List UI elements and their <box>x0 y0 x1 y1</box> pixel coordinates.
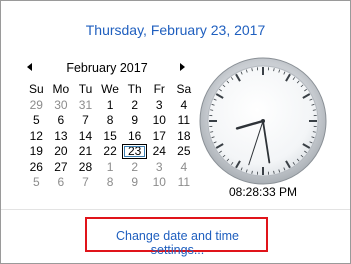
weekday-label: Tu <box>78 82 93 96</box>
digital-time: 08:28:33 PM <box>228 185 298 199</box>
calendar-day[interactable]: 5 <box>24 175 49 190</box>
calendar-day[interactable]: 18 <box>172 129 197 144</box>
calendar-day[interactable]: 9 <box>122 113 147 128</box>
next-month-icon[interactable] <box>180 63 185 71</box>
calendar-day[interactable]: 12 <box>24 129 49 144</box>
calendar-month-label[interactable]: February 2017 <box>23 61 191 75</box>
weekday-label: Sa <box>176 82 192 96</box>
calendar-day[interactable]: 7 <box>73 113 98 128</box>
calendar-day[interactable]: 10 <box>147 113 172 128</box>
weekday-label: Mo <box>52 82 70 96</box>
calendar-day[interactable]: 1 <box>98 160 123 175</box>
calendar-week-row: 5 6 7 8 9 10 11 <box>24 175 196 191</box>
calendar-day[interactable]: 9 <box>122 175 147 190</box>
calendar-week-row: 12 13 14 15 16 17 18 <box>24 129 196 145</box>
calendar-day[interactable]: 16 <box>122 129 147 144</box>
long-date-header[interactable]: Thursday, February 23, 2017 <box>1 22 350 38</box>
calendar-day[interactable]: 8 <box>98 113 123 128</box>
calendar-day[interactable]: 6 <box>49 175 74 190</box>
calendar-day[interactable]: 2 <box>122 98 147 113</box>
calendar-day[interactable]: 17 <box>147 129 172 144</box>
weekday-label: Th <box>127 82 142 96</box>
calendar-day[interactable]: 14 <box>73 129 98 144</box>
weekday-header-row: Su Mo Tu We Th Fr Sa <box>24 82 196 98</box>
calendar-day[interactable]: 10 <box>147 175 172 190</box>
calendar-day[interactable]: 5 <box>24 113 49 128</box>
calendar-day[interactable]: 4 <box>172 160 197 175</box>
calendar-day[interactable]: 13 <box>49 129 74 144</box>
calendar-day[interactable]: 6 <box>49 113 74 128</box>
calendar-day[interactable]: 21 <box>73 144 98 159</box>
calendar-day[interactable]: 27 <box>49 160 74 175</box>
calendar-grid: Su Mo Tu We Th Fr Sa 29 30 31 1 2 3 4 5 6 7 8 9 10 11… <box>24 82 196 191</box>
date-time-flyout: Thursday, February 23, 2017 February 201… <box>0 0 351 264</box>
calendar-day[interactable]: 11 <box>172 175 197 190</box>
calendar-week-row: 5 6 7 8 9 10 11 <box>24 113 196 129</box>
weekday-label: Fr <box>153 82 165 96</box>
calendar-day[interactable]: 28 <box>73 160 98 175</box>
calendar-day[interactable]: 3 <box>147 98 172 113</box>
calendar-day[interactable]: 25 <box>172 144 197 159</box>
calendar-day[interactable]: 1 <box>98 98 123 113</box>
calendar-week-row: 19 20 21 22 23 24 25 <box>24 144 196 160</box>
analog-clock <box>199 57 327 185</box>
calendar-day[interactable]: 11 <box>172 113 197 128</box>
calendar-day[interactable]: 30 <box>49 98 74 113</box>
calendar-day[interactable]: 2 <box>122 160 147 175</box>
calendar-day[interactable]: 4 <box>172 98 197 113</box>
calendar-week-row: 29 30 31 1 2 3 4 <box>24 98 196 114</box>
calendar-week-row: 26 27 28 1 2 3 4 <box>24 160 196 176</box>
calendar-weeks: 29 30 31 1 2 3 4 5 6 7 8 9 10 11 12 13 14 15 16 17 18 19 20 21 2… <box>24 98 196 191</box>
calendar-day[interactable]: 19 <box>24 144 49 159</box>
calendar-day[interactable]: 24 <box>147 144 172 159</box>
calendar-day[interactable]: 20 <box>49 144 74 159</box>
calendar-day[interactable]: 31 <box>73 98 98 113</box>
calendar-day[interactable]: 26 <box>24 160 49 175</box>
change-date-time-settings-link[interactable]: Change date and time settings... <box>89 229 266 257</box>
calendar-day-today[interactable]: 23 <box>122 144 147 159</box>
calendar-navigation: February 2017 <box>23 61 191 75</box>
calendar-day[interactable]: 8 <box>98 175 123 190</box>
calendar-day[interactable]: 3 <box>147 160 172 175</box>
weekday-label: Su <box>28 82 44 96</box>
calendar-day[interactable]: 7 <box>73 175 98 190</box>
calendar-day[interactable]: 15 <box>98 129 123 144</box>
calendar-day[interactable]: 22 <box>98 144 123 159</box>
weekday-label: We <box>101 82 119 96</box>
calendar-day[interactable]: 29 <box>24 98 49 113</box>
